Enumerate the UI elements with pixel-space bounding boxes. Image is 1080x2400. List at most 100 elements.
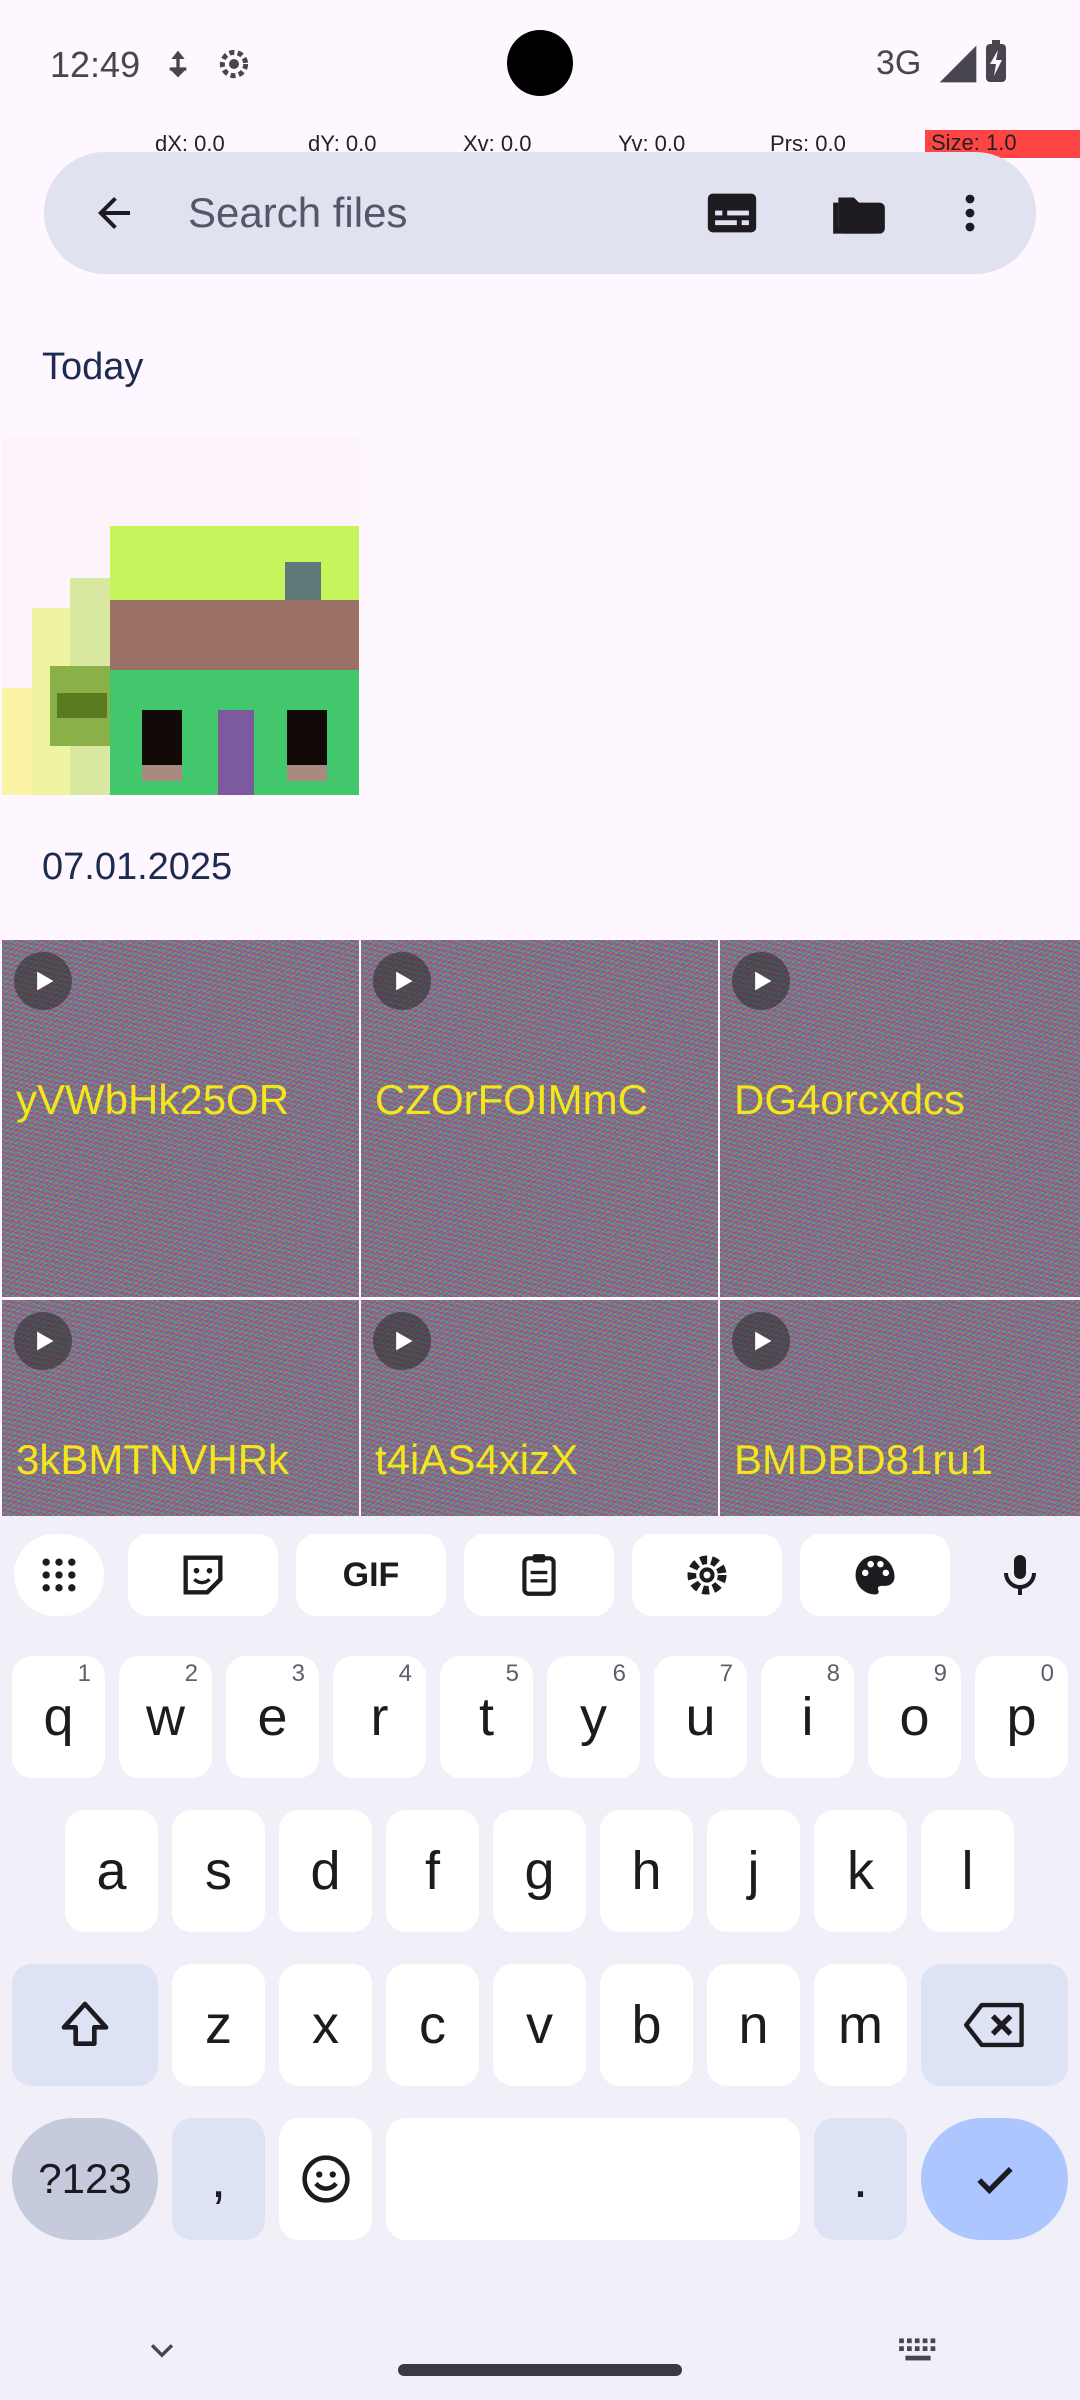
video-name: t4iAS4xizX (375, 1436, 579, 1483)
key-s[interactable]: s (172, 1810, 265, 1932)
folder-icon (833, 197, 885, 234)
key-hint: 5 (505, 1660, 519, 1687)
folder-button[interactable] (796, 152, 922, 274)
symbols-key[interactable]: ?123 (12, 2118, 158, 2240)
key-hint: 0 (1040, 1660, 1054, 1687)
key-u[interactable]: u7 (654, 1656, 747, 1778)
data-saver-icon (158, 44, 198, 84)
shift-key[interactable] (12, 1964, 158, 2086)
shift-icon (61, 2001, 109, 2046)
soft-keyboard (0, 1516, 1080, 2400)
key-m[interactable]: m (814, 1964, 907, 2086)
hide-keyboard-button[interactable] (132, 2326, 192, 2376)
key-k[interactable]: k (814, 1810, 907, 1932)
pixel-house-image (2, 438, 359, 795)
key-hint: 9 (933, 1660, 947, 1687)
front-camera (507, 30, 573, 96)
subtitles-button[interactable] (668, 152, 796, 274)
play-icon (732, 1312, 790, 1370)
video-thumbnail[interactable]: yVWbHk25OR (2, 940, 359, 1297)
play-icon (14, 952, 72, 1010)
settings-icon (687, 1555, 727, 1595)
video-thumbnail[interactable]: 3kBMTNVHRk (2, 1300, 359, 1516)
key-a[interactable]: a (65, 1810, 158, 1932)
key-b[interactable]: b (600, 1964, 693, 2086)
image-thumbnail[interactable] (2, 438, 359, 795)
clipboard-button[interactable] (464, 1534, 614, 1616)
backspace-key[interactable] (921, 1964, 1068, 2086)
key-label: o (899, 1687, 930, 1747)
key-q[interactable]: q1 (12, 1656, 105, 1778)
chevron-down-icon (150, 2344, 174, 2358)
emoji-icon (301, 2155, 350, 2203)
key-hint: 6 (612, 1660, 626, 1687)
key-c[interactable]: c (386, 1964, 479, 2086)
key-h[interactable]: h (600, 1810, 693, 1932)
key-label: r (370, 1687, 389, 1747)
section-header-today: Today (42, 346, 144, 388)
key-w[interactable]: w2 (119, 1656, 212, 1778)
key-z[interactable]: z (172, 1964, 265, 2086)
switch-keyboard-button[interactable] (888, 2326, 948, 2376)
gif-button[interactable]: GIF (296, 1534, 446, 1616)
key-y[interactable]: y6 (547, 1656, 640, 1778)
voice-input-button[interactable] (980, 1534, 1060, 1616)
gesture-handle[interactable] (398, 2364, 682, 2376)
status-bar: 12:49 3G (0, 0, 1080, 128)
key-hint: 3 (291, 1660, 305, 1687)
palette-icon (855, 1555, 895, 1595)
video-thumbnail[interactable]: t4iAS4xizX (361, 1300, 718, 1516)
key-label: i (801, 1687, 814, 1747)
play-icon (373, 952, 431, 1010)
key-label: p (1006, 1687, 1037, 1747)
keyboard-settings-button[interactable] (632, 1534, 782, 1616)
enter-key[interactable] (921, 2118, 1068, 2240)
key-t[interactable]: t5 (440, 1656, 533, 1778)
more-options-button[interactable] (922, 152, 1018, 274)
key-hint: 4 (398, 1660, 412, 1687)
more-vert-icon (965, 194, 975, 232)
key-o[interactable]: o9 (868, 1656, 961, 1778)
theme-button[interactable] (800, 1534, 950, 1616)
play-icon (732, 952, 790, 1010)
key-x[interactable]: x (279, 1964, 372, 2086)
battery-charging-icon (984, 40, 1024, 82)
signal-icon (936, 42, 977, 83)
key-v[interactable]: v (493, 1964, 586, 2086)
video-name: BMDBD81ru1 (734, 1436, 994, 1483)
key-hint: 1 (77, 1660, 91, 1687)
video-name: yVWbHk25OR (16, 1076, 290, 1123)
key-label: q (43, 1687, 74, 1747)
video-thumbnail[interactable]: CZOrFOIMmC (361, 940, 718, 1297)
subtitles-icon (707, 193, 757, 233)
video-thumbnail[interactable]: BMDBD81ru1 (720, 1300, 1080, 1516)
key-i[interactable]: i8 (761, 1656, 854, 1778)
comma-key[interactable]: , (172, 2118, 265, 2240)
search-input[interactable] (146, 152, 626, 274)
key-n[interactable]: n (707, 1964, 800, 2086)
period-key[interactable]: . (814, 2118, 907, 2240)
section-header-date: 07.01.2025 (42, 846, 233, 888)
key-f[interactable]: f (386, 1810, 479, 1932)
key-l[interactable]: l (921, 1810, 1014, 1932)
key-e[interactable]: e3 (226, 1656, 319, 1778)
key-r[interactable]: r4 (333, 1656, 426, 1778)
key-label: y (580, 1687, 607, 1747)
settings-gear-icon (214, 44, 254, 84)
key-label: w (146, 1687, 185, 1747)
check-icon (976, 2166, 1013, 2195)
apps-button[interactable] (14, 1534, 104, 1616)
status-time: 12:49 (50, 44, 141, 85)
key-g[interactable]: g (493, 1810, 586, 1932)
sticker-button[interactable] (128, 1534, 278, 1616)
key-label: t (478, 1687, 494, 1747)
key-j[interactable]: j (707, 1810, 800, 1932)
clipboard-icon (522, 1554, 556, 1596)
video-thumbnail[interactable]: DG4orcxdcs (720, 940, 1080, 1297)
key-label: e (257, 1687, 288, 1747)
emoji-key[interactable] (279, 2118, 372, 2240)
space-key[interactable] (386, 2118, 800, 2240)
key-p[interactable]: p0 (975, 1656, 1068, 1778)
backspace-icon (963, 2002, 1024, 2048)
key-d[interactable]: d (279, 1810, 372, 1932)
